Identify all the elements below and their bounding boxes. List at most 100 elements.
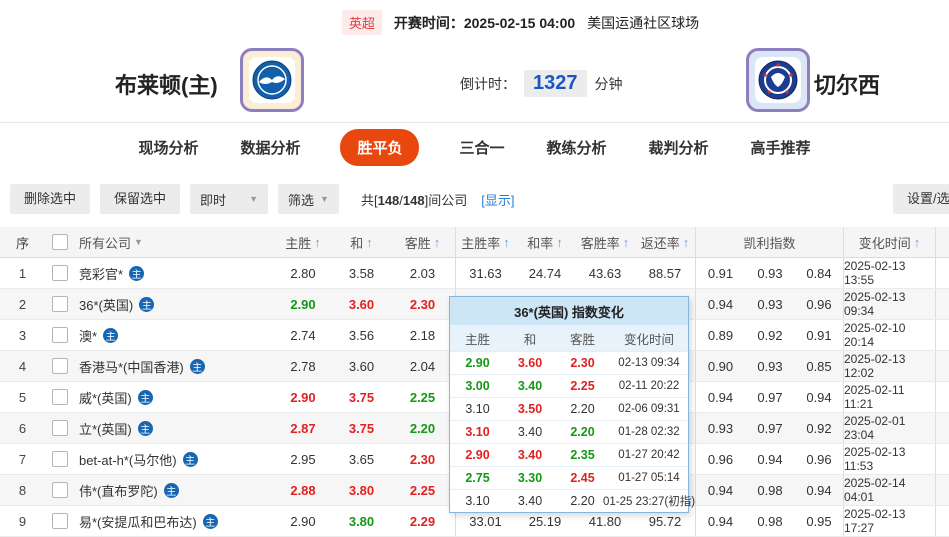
tab-高手推荐[interactable]: 高手推荐 (749, 129, 813, 166)
row-checkbox[interactable] (52, 296, 68, 312)
company-cell[interactable]: 易*(安提瓜和巴布达)主 (75, 506, 273, 536)
kelly-cell: 0.93 (745, 258, 795, 288)
row-checkbox[interactable] (52, 482, 68, 498)
company-cell[interactable]: 立*(英国)主 (75, 413, 273, 443)
col-endcap (935, 227, 949, 257)
company-name: 伟*(直布罗陀) (79, 481, 158, 500)
company-cell[interactable]: 竞彩官*主 (75, 258, 273, 288)
col-return-rate[interactable]: 返还率↑ (635, 227, 695, 257)
keep-selected-button[interactable]: 保留选中 (100, 184, 180, 214)
kelly-cell: 0.94 (695, 382, 745, 412)
kelly-cell: 0.96 (795, 444, 843, 474)
row-endcap (935, 258, 949, 288)
odds-cell: 2.90 (273, 506, 333, 536)
filter-dropdown[interactable]: 筛选 ▼ (278, 184, 339, 214)
odds-cell: 3.60 (333, 289, 390, 319)
kelly-cell: 0.93 (745, 289, 795, 319)
tab-数据分析[interactable]: 数据分析 (238, 129, 302, 166)
main-company-badge-icon: 主 (164, 483, 179, 498)
col-company[interactable]: 所有公司 ▼ (75, 227, 273, 257)
row-checkbox[interactable] (52, 451, 68, 467)
col-draw-rate[interactable]: 和率↑ (515, 227, 575, 257)
company-name: 威*(英国) (79, 388, 132, 407)
row-endcap (935, 289, 949, 319)
tab-裁判分析[interactable]: 裁判分析 (647, 129, 711, 166)
countdown-value: 1327 (524, 70, 587, 97)
row-checkbox[interactable] (52, 513, 68, 529)
popup-row: 2.903.402.3501-27 20:42 (450, 443, 688, 466)
col-kelly: 凯利指数 (695, 227, 843, 257)
col-home-win[interactable]: 主胜↑ (273, 227, 333, 257)
company-cell[interactable]: 威*(英国)主 (75, 382, 273, 412)
row-checkbox[interactable] (52, 358, 68, 374)
col-home-rate-label: 主胜率 (461, 233, 500, 252)
odds-cell: 2.90 (273, 289, 333, 319)
settings-button[interactable]: 设置/选择 (893, 184, 949, 214)
odds-cell: 3.60 (333, 351, 390, 381)
kelly-cell: 0.97 (745, 413, 795, 443)
popup-odds-cell: 2.30 (555, 356, 610, 370)
row-checkbox[interactable] (52, 327, 68, 343)
tab-现场分析[interactable]: 现场分析 (136, 129, 200, 166)
tab-教练分析[interactable]: 教练分析 (545, 129, 609, 166)
company-cell[interactable]: bet-at-h*(马尔他)主 (75, 444, 273, 474)
col-draw[interactable]: 和↑ (333, 227, 390, 257)
odds-cell: 2.30 (390, 289, 455, 319)
row-checkbox[interactable] (52, 420, 68, 436)
col-away-rate[interactable]: 客胜率↑ (575, 227, 635, 257)
countdown-label: 倒计时： (460, 74, 516, 94)
popup-title: 36*(英国) 指数变化 (450, 297, 688, 325)
popup-odds-cell: 3.40 (505, 494, 555, 508)
row-index: 6 (0, 413, 45, 443)
odds-cell: 2.88 (273, 475, 333, 505)
kelly-cell: 0.97 (745, 382, 795, 412)
summary-prefix: 共[ (361, 193, 378, 208)
league-badge: 英超 (342, 10, 382, 35)
away-team-logo-icon (746, 48, 810, 112)
popup-odds-cell: 2.25 (555, 379, 610, 393)
rate-cell: 88.57 (635, 258, 695, 288)
checkbox-cell (45, 475, 75, 505)
company-cell[interactable]: 澳*主 (75, 320, 273, 350)
select-all-checkbox[interactable] (52, 234, 68, 250)
popup-odds-cell: 2.20 (555, 402, 610, 416)
kelly-cell: 0.96 (795, 289, 843, 319)
kelly-cell: 0.92 (745, 320, 795, 350)
show-link[interactable]: [显示] (481, 190, 514, 209)
kelly-cell: 0.94 (795, 475, 843, 505)
sort-asc-icon: ↑ (914, 235, 921, 250)
odds-cell: 2.25 (390, 382, 455, 412)
row-checkbox[interactable] (52, 389, 68, 405)
company-cell[interactable]: 香港马*(中国香港)主 (75, 351, 273, 381)
popup-col-draw: 和 (505, 329, 555, 348)
popup-odds-cell: 2.90 (450, 356, 505, 370)
odds-cell: 2.25 (390, 475, 455, 505)
row-endcap (935, 413, 949, 443)
popup-rows: 2.903.602.3002-13 09:343.003.402.2502-11… (450, 351, 688, 512)
popup-time-cell: 01-28 02:32 (610, 426, 688, 438)
company-cell[interactable]: 36*(英国)主 (75, 289, 273, 319)
sort-asc-icon: ↑ (434, 235, 441, 250)
delete-selected-button[interactable]: 删除选中 (10, 184, 90, 214)
change-time-cell: 2025-02-10 20:14 (843, 320, 935, 350)
col-return-rate-label: 返还率 (641, 233, 680, 252)
sort-asc-icon: ↑ (623, 235, 630, 250)
match-info-bar: 英超 开赛时间：2025-02-15 04:00 美国运通社区球场 (46, 10, 949, 35)
time-mode-dropdown[interactable]: 即时 ▼ (190, 184, 268, 214)
popup-odds-cell: 2.90 (450, 448, 505, 462)
countdown: 倒计时： 1327 分钟 (460, 70, 623, 97)
odds-cell: 2.03 (390, 258, 455, 288)
row-index: 4 (0, 351, 45, 381)
row-checkbox[interactable] (52, 265, 68, 281)
kelly-cell: 0.94 (795, 382, 843, 412)
tab-胜平负[interactable]: 胜平负 (340, 129, 419, 166)
col-change-time[interactable]: 变化时间↑ (843, 227, 935, 257)
change-time-cell: 2025-02-13 13:55 (843, 258, 935, 288)
col-home-rate[interactable]: 主胜率↑ (455, 227, 515, 257)
chevron-down-icon: ▼ (320, 194, 329, 204)
select-all-cell (45, 227, 75, 257)
popup-odds-cell: 3.60 (505, 356, 555, 370)
company-cell[interactable]: 伟*(直布罗陀) 主 (75, 475, 273, 505)
tab-三合一[interactable]: 三合一 (457, 129, 506, 166)
col-away-win[interactable]: 客胜↑ (390, 227, 455, 257)
